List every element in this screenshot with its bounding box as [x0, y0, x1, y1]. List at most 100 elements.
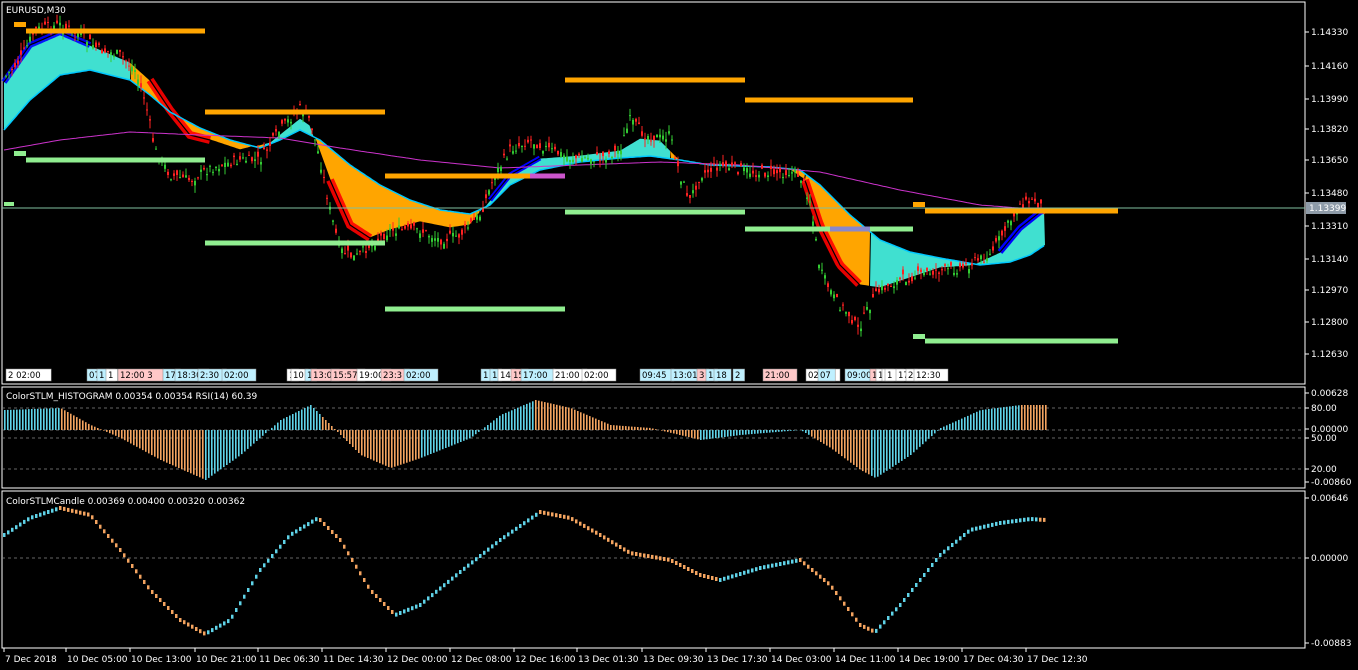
- price-candle-body: [704, 170, 706, 173]
- oscillator-candle: [487, 547, 490, 552]
- histogram-bar: [793, 430, 795, 431]
- price-candle-body: [548, 142, 550, 148]
- histogram-bar: [628, 426, 630, 430]
- price-candle-body: [1034, 198, 1036, 202]
- price-candle-body: [86, 41, 88, 46]
- histogram-bar: [211, 430, 213, 476]
- oscillator-candle: [295, 529, 298, 534]
- price-candle-body: [326, 197, 328, 199]
- histogram-bar: [583, 413, 585, 430]
- oscillator-candle: [435, 589, 438, 594]
- price-candle-body: [185, 175, 187, 178]
- oscillator-candle: [775, 562, 778, 567]
- price-candle-body: [1016, 213, 1018, 215]
- histogram-bar: [655, 429, 657, 430]
- histogram-bar: [601, 421, 603, 430]
- price-axis-label: 1.13820: [1311, 125, 1348, 135]
- histogram-bar: [1000, 407, 1002, 430]
- histogram-bar: [565, 406, 567, 430]
- price-candle-body: [209, 165, 211, 167]
- trading-chart[interactable]: 2 02:0007 01112:00 31718:302:3002:001101…: [0, 0, 1358, 670]
- histogram-bar: [37, 408, 39, 430]
- current-price-label: 1.13399: [1309, 204, 1346, 214]
- price-candle-body: [797, 173, 799, 177]
- histogram-bar: [364, 430, 366, 457]
- oscillator-candle: [423, 599, 426, 604]
- pivot-level-bar: [925, 208, 1118, 214]
- oscillator-candle: [635, 552, 638, 556]
- histogram-bar: [202, 430, 204, 479]
- histogram-axis-label: 80.00: [1311, 404, 1337, 414]
- histogram-bar: [292, 414, 294, 430]
- price-candle-body: [638, 122, 640, 125]
- session-tag-label: 19:00: [359, 371, 384, 381]
- price-candle-body: [581, 158, 583, 163]
- oscillator-candle: [923, 573, 926, 577]
- session-tag-label: 09:45: [642, 371, 667, 381]
- histogram-bar: [154, 430, 156, 457]
- oscillator-candle: [303, 524, 306, 529]
- histogram-bar: [967, 415, 969, 431]
- oscillator-candle: [843, 601, 846, 606]
- oscillator-candle: [567, 515, 570, 520]
- histogram-bar: [652, 428, 654, 430]
- price-candle-body: [800, 180, 802, 183]
- price-candle-body: [851, 320, 853, 324]
- time-axis-label: 10 Dec 05:00: [67, 655, 128, 665]
- price-candle-body: [488, 190, 490, 195]
- price-candle-body: [929, 273, 931, 275]
- histogram-bar: [1021, 405, 1023, 430]
- histogram-axis-label: -0.00860: [1311, 478, 1352, 488]
- oscillator-candle: [927, 568, 930, 572]
- histogram-bar: [4, 410, 6, 430]
- price-candle-body: [956, 273, 958, 275]
- price-candle-body: [728, 168, 730, 171]
- price-candle-body: [917, 266, 919, 271]
- oscillator-candle: [415, 604, 418, 609]
- oscillator-candle: [363, 578, 366, 582]
- price-candle-body: [683, 181, 685, 183]
- histogram-bar: [505, 412, 507, 430]
- histogram-bar: [94, 426, 96, 430]
- price-candle-body: [44, 21, 46, 25]
- session-tag-label: 1: [108, 371, 113, 381]
- histogram-bar: [394, 430, 396, 467]
- price-candle-body: [716, 167, 718, 171]
- price-candle-body: [506, 158, 508, 160]
- histogram-bar: [703, 430, 705, 440]
- histogram-bar: [289, 415, 291, 430]
- price-candle-body: [5, 75, 7, 77]
- histogram-bar: [379, 430, 381, 464]
- histogram-indicator[interactable]: [2, 400, 1305, 480]
- histogram-bar: [790, 430, 792, 431]
- oscillator-candle: [63, 506, 66, 511]
- price-candle-body: [536, 145, 538, 149]
- oscillator-candle: [939, 553, 942, 557]
- price-candle-body: [101, 49, 103, 54]
- oscillator-candle: [35, 514, 38, 518]
- histogram-bar: [301, 409, 303, 430]
- histogram-bar: [742, 430, 744, 435]
- price-candle-body: [212, 171, 214, 173]
- price-candle-body: [860, 328, 862, 332]
- histogram-bar: [811, 430, 813, 437]
- oscillator-candle: [247, 588, 250, 592]
- histogram-bar: [376, 430, 378, 462]
- histogram-axis-label: 20.00: [1311, 465, 1337, 475]
- price-candle-body: [725, 161, 727, 167]
- price-candle-body: [632, 119, 634, 125]
- histogram-bar: [385, 430, 387, 466]
- price-axis-label: 1.12630: [1311, 350, 1348, 360]
- oscillator-candle: [671, 559, 674, 563]
- oscillator-candle: [19, 522, 22, 527]
- price-candle-body: [104, 48, 106, 53]
- price-candle-body: [662, 135, 664, 140]
- candle-indicator[interactable]: [2, 506, 1305, 636]
- histogram-bar: [421, 430, 423, 458]
- main-price-chart[interactable]: 2 02:0007 01112:00 31718:302:3002:001101…: [1, 14, 1305, 382]
- histogram-bar: [10, 409, 12, 430]
- oscillator-candle: [251, 581, 254, 586]
- histogram-bar: [1027, 405, 1029, 430]
- price-candle-body: [419, 233, 421, 238]
- oscillator-candle: [851, 612, 854, 617]
